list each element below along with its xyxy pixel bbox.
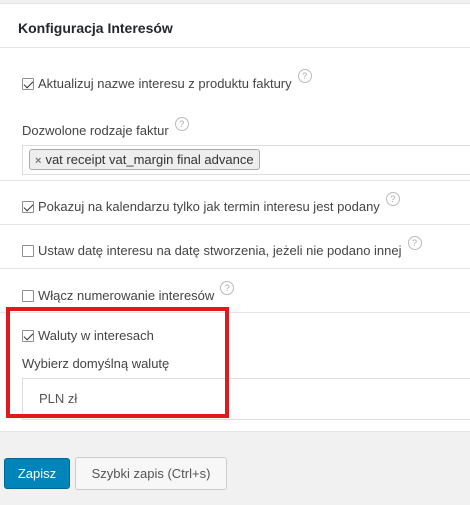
panel-title: Konfiguracja Interesów <box>0 4 470 48</box>
update-name-checkbox[interactable] <box>22 77 34 90</box>
divider <box>0 268 470 269</box>
update-name-option[interactable]: Aktualizuj nazwe interesu z produktu fak… <box>22 68 312 91</box>
calendar-checkbox[interactable] <box>22 200 34 213</box>
creation-date-label: Ustaw datę interesu na datę stworzenia, … <box>38 243 402 258</box>
default-currency-value: PLN zł <box>39 391 78 406</box>
quick-save-button[interactable]: Szybki zapis (Ctrl+s) <box>75 457 227 490</box>
default-currency-select[interactable]: PLN zł <box>22 378 470 420</box>
help-icon[interactable]: ? <box>407 235 422 250</box>
tag-label: vat receipt vat_margin final advance <box>45 152 254 167</box>
divider <box>0 224 470 225</box>
calendar-label: Pokazuj na kalendarzu tylko jak termin i… <box>38 199 380 214</box>
invoice-types-text: Dozwolone rodzaje faktur <box>22 123 169 138</box>
update-name-label: Aktualizuj nazwe interesu z produktu fak… <box>38 76 292 91</box>
invoice-types-label: Dozwolone rodzaje faktur? <box>22 117 189 139</box>
calendar-option[interactable]: Pokazuj na kalendarzu tylko jak termin i… <box>22 191 400 214</box>
help-icon[interactable]: ? <box>385 191 400 206</box>
numbering-label: Włącz numerowanie interesów <box>38 288 215 303</box>
help-icon[interactable]: ? <box>297 68 312 83</box>
divider <box>0 312 470 313</box>
help-icon[interactable]: ? <box>220 280 235 295</box>
numbering-checkbox[interactable] <box>22 289 34 302</box>
currencies-option[interactable]: Waluty w interesach <box>22 328 154 343</box>
currencies-checkbox[interactable] <box>22 329 34 342</box>
selected-tag: × vat receipt vat_margin final advance <box>29 149 260 170</box>
divider <box>0 180 470 181</box>
save-button[interactable]: Zapisz <box>4 458 70 489</box>
creation-date-checkbox[interactable] <box>22 244 34 257</box>
remove-tag-icon[interactable]: × <box>35 155 41 167</box>
creation-date-option[interactable]: Ustaw datę interesu na datę stworzenia, … <box>22 235 422 258</box>
currencies-label: Waluty w interesach <box>38 328 154 343</box>
default-currency-label: Wybierz domyślną walutę <box>22 356 170 371</box>
help-icon[interactable]: ? <box>174 117 189 131</box>
invoice-types-select[interactable]: × vat receipt vat_margin final advance <box>22 145 470 175</box>
numbering-option[interactable]: Włącz numerowanie interesów ? <box>22 280 235 303</box>
divider <box>0 47 470 48</box>
